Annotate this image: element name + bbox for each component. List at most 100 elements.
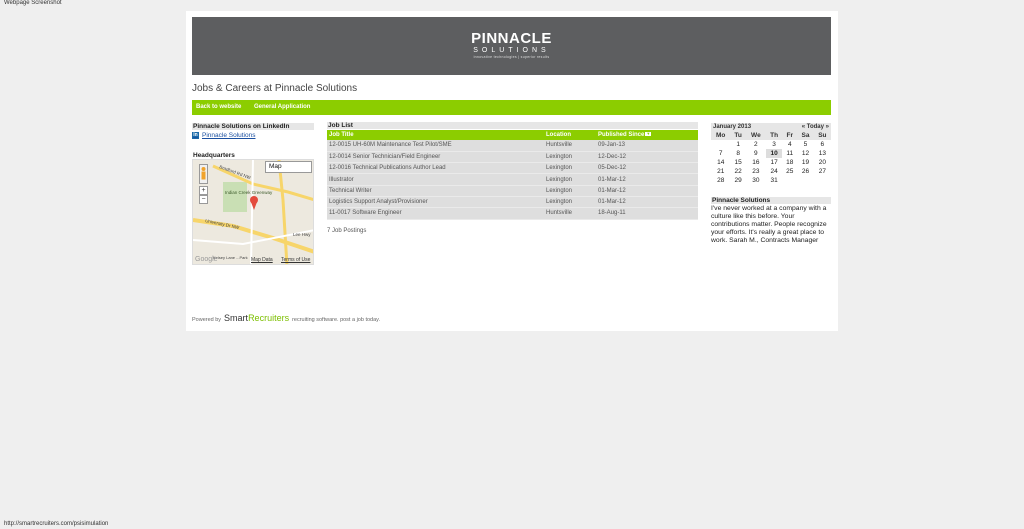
zoom-in-button[interactable]: + [199,186,208,195]
calendar-day[interactable]: 16 [746,158,766,167]
job-location: Lexington [544,196,596,209]
job-date: 05-Dec-12 [596,162,698,175]
job-date: 12-Dec-12 [596,151,698,164]
calendar-week-row: 14 15 16 17 18 19 20 [711,158,831,167]
calendar-day[interactable]: 19 [797,158,813,167]
powered-by-label: Powered by [192,317,222,323]
calendar-day[interactable]: 25 [782,167,797,176]
job-title[interactable]: 12-0014 Senior Technician/Field Engineer [327,151,544,164]
general-application-link[interactable]: General Application [254,104,310,110]
job-title[interactable]: 12-0015 UH-60M Maintenance Test Pilot/SM… [327,140,544,152]
job-title[interactable]: 12-0016 Technical Publications Author Le… [327,162,544,175]
table-row[interactable]: 11-0017 Software Engineer Huntsville 18-Au… [327,207,698,220]
google-logo: Google [195,256,218,263]
powered-by-tagline: recruiting software. post a job today. [292,317,381,323]
calendar-day[interactable]: 31 [766,176,782,185]
calendar-day[interactable]: 7 [711,149,730,158]
linkedin-company-link[interactable]: in Pinnacle Solutions [192,132,255,139]
page-title: Jobs & Careers at Pinnacle Solutions [192,83,358,94]
job-date: 09-Jan-13 [596,140,698,152]
calendar-day[interactable]: 18 [782,158,797,167]
calendar-week-row: 21 22 23 24 25 26 27 [711,167,831,176]
job-list-table: Job Title Location Published Since ▼ 12-0… [327,130,698,220]
logo-main-text: PINNACLE [471,30,552,47]
calendar-day[interactable]: 6 [814,140,831,149]
status-bar-url: http://smartrecruiters.com/psisimulation [4,521,109,527]
job-title[interactable]: 11-0017 Software Engineer [327,207,544,220]
job-location: Lexington [544,185,596,197]
calendar-day[interactable]: 26 [797,167,813,176]
logo-sub-text: SOLUTIONS [473,47,550,54]
calendar-day[interactable]: 21 [711,167,730,176]
calendar-day[interactable]: 11 [782,149,797,158]
calendar-day[interactable]: 10 [765,149,783,158]
calendar-day[interactable]: 30 [746,176,766,185]
map-type-select[interactable]: Map [265,161,312,173]
calendar-day[interactable]: 17 [766,158,782,167]
job-title[interactable]: Technical Writer [327,185,544,197]
calendar-day[interactable]: 14 [711,158,730,167]
map-canvas[interactable]: Indian Creek Greenway University Dr NW L… [193,160,314,265]
headquarters-map[interactable]: Indian Creek Greenway University Dr NW L… [192,159,314,265]
job-title[interactable]: Illustrator [327,173,544,186]
column-header-published[interactable]: Published Since ▼ [596,130,698,140]
calendar-day[interactable]: 5 [797,140,813,149]
calendar-day[interactable]: 1 [730,140,745,149]
calendar-day[interactable]: 12 [797,149,813,158]
screenshot-caption: Webpage Screenshot [4,0,62,6]
linkedin-section-title: Pinnacle Solutions on LinkedIn [192,123,314,130]
linkedin-icon: in [192,132,199,139]
zoom-out-button[interactable]: − [199,195,208,204]
park-area [223,182,247,212]
calendar-day[interactable]: 2 [746,140,766,149]
calendar-next-button[interactable]: » [826,124,829,130]
column-header-location[interactable]: Location [544,130,596,140]
brand-part-b: Recruiters [248,313,290,323]
calendar-day[interactable]: 24 [766,167,782,176]
powered-by-footer: Powered by SmartRecruiters recruiting so… [192,313,380,323]
terms-of-use-link[interactable]: Terms of Use [281,257,310,263]
calendar-day[interactable]: 27 [814,167,831,176]
table-row[interactable]: 12-0016 Technical Publications Author Le… [327,162,698,175]
smartrecruiters-logo[interactable]: SmartRecruiters [224,313,289,323]
job-date: 01-Mar-12 [596,173,698,186]
calendar-grid: Mo Tu We Th Fr Sa Su 1 2 3 4 5 6 7 8 9 10 11 12 13 14… [711,131,831,185]
calendar-header: January 2013 « Today » [711,123,831,131]
calendar-day[interactable]: 4 [782,140,797,149]
map-label-road2: Lee Hwy [293,232,311,237]
calendar-day[interactable]: 22 [730,167,745,176]
calendar-day[interactable]: 20 [814,158,831,167]
weekday-label: Sa [797,131,814,140]
calendar-empty-cell [797,176,813,185]
company-logo[interactable]: PINNACLE SOLUTIONS innovative technologi… [192,31,831,60]
job-date: 01-Mar-12 [596,185,698,197]
calendar-day[interactable]: 9 [746,149,766,158]
table-row[interactable]: Logistics Support Analyst/Provisioner Lex… [327,196,698,209]
job-location: Lexington [544,173,596,186]
calendar-empty-cell [814,176,831,185]
calendar-day[interactable]: 29 [730,176,745,185]
back-to-website-link[interactable]: Back to website [196,104,241,110]
street-view-pegman-icon[interactable] [199,164,208,184]
table-row[interactable]: 12-0015 UH-60M Maintenance Test Pilot/SM… [327,140,698,152]
calendar-prev-button[interactable]: « [802,124,805,130]
map-data-link[interactable]: Map Data [251,257,273,263]
calendar-day[interactable]: 3 [766,140,782,149]
table-row[interactable]: 12-0014 Senior Technician/Field Engineer… [327,151,698,164]
calendar-today-button[interactable]: Today [807,124,824,130]
table-row[interactable]: Illustrator Lexington 01-Mar-12 [327,173,698,186]
page-container: PINNACLE SOLUTIONS innovative technologi… [186,11,838,331]
calendar-widget: January 2013 « Today » Mo Tu We Th Fr Sa… [711,123,831,185]
job-title[interactable]: Logistics Support Analyst/Provisioner [327,196,544,209]
job-date: 01-Mar-12 [596,196,698,209]
calendar-day[interactable]: 28 [711,176,730,185]
sort-desc-icon[interactable]: ▼ [645,132,652,137]
calendar-day[interactable]: 15 [730,158,745,167]
job-location: Huntsville [544,207,596,220]
calendar-day[interactable]: 8 [730,149,745,158]
table-row[interactable]: Technical Writer Lexington 01-Mar-12 [327,185,698,197]
column-header-title[interactable]: Job Title [327,130,544,140]
calendar-day[interactable]: 23 [746,167,766,176]
calendar-week-row: 28 29 30 31 [711,176,831,185]
calendar-day[interactable]: 13 [814,149,831,158]
